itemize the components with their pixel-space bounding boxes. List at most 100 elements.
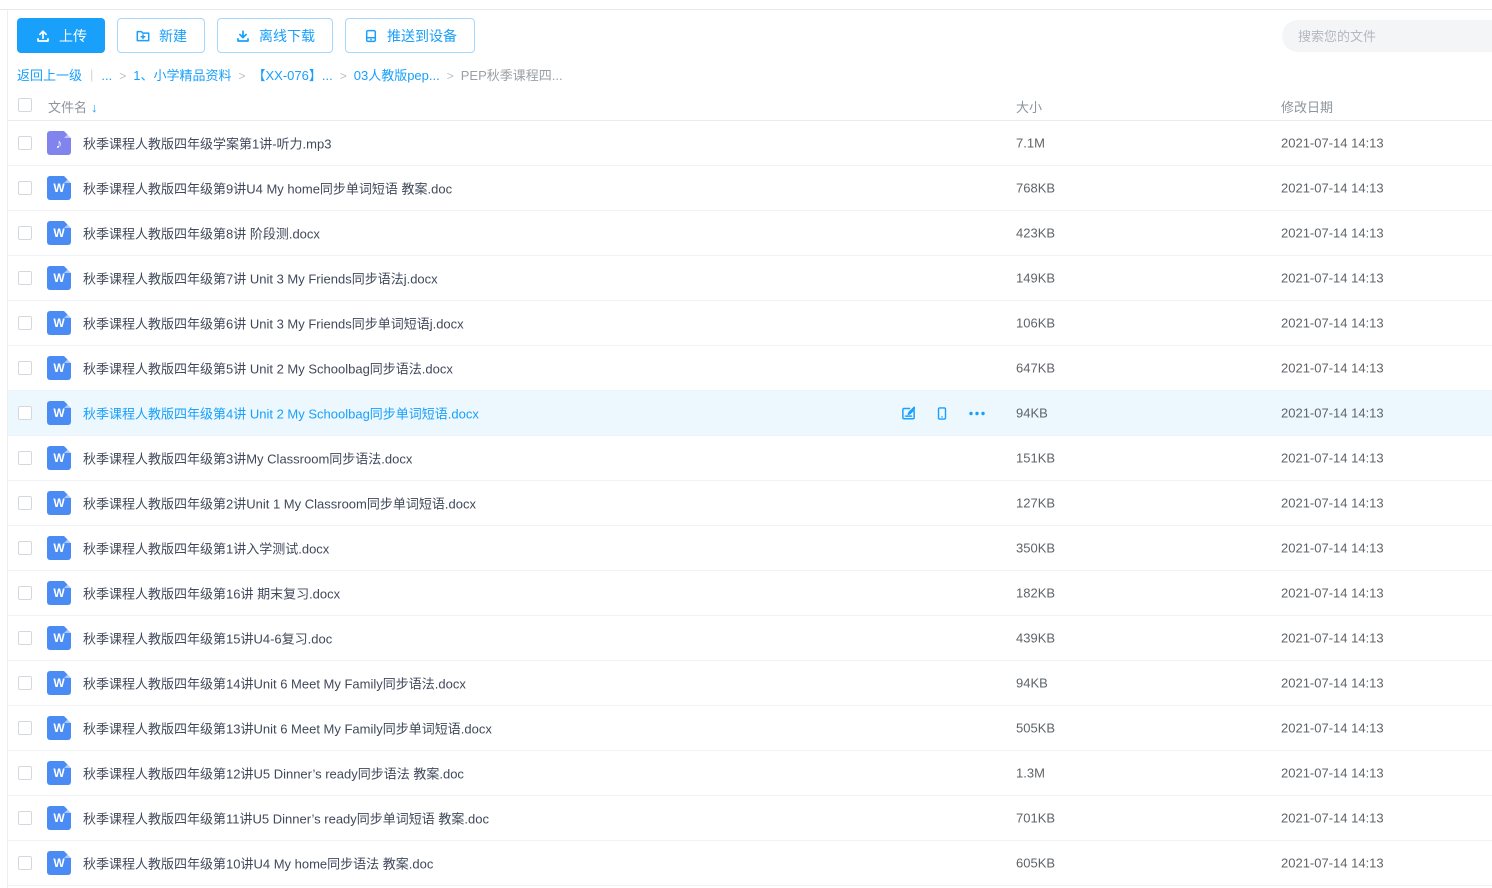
row-checkbox[interactable] [18,721,32,735]
column-header-filename[interactable]: 文件名↓ [48,97,98,116]
file-name[interactable]: 秋季课程人教版四年级第7讲 Unit 3 My Friends同步语法j.doc… [83,269,438,288]
row-checkbox[interactable] [18,856,32,870]
table-row[interactable]: W 秋季课程人教版四年级第9讲U4 My home同步单词短语 教案.doc 7… [8,166,1492,211]
file-size: 439KB [1016,631,1055,646]
file-icon-glyph: W [53,227,64,239]
row-checkbox[interactable] [18,271,32,285]
table-row[interactable]: W 秋季课程人教版四年级第15讲U4-6复习.doc 439KB 2021-07… [8,616,1492,661]
row-checkbox[interactable] [18,316,32,330]
row-checkbox[interactable] [18,631,32,645]
table-row[interactable]: W 秋季课程人教版四年级第8讲 阶段测.docx 423KB 2021-07-1… [8,211,1492,256]
row-checkbox[interactable] [18,541,32,555]
row-checkbox[interactable] [18,226,32,240]
row-checkbox[interactable] [18,136,32,150]
file-name[interactable]: 秋季课程人教版四年级第5讲 Unit 2 My Schoolbag同步语法.do… [83,359,453,378]
file-name[interactable]: 秋季课程人教版四年级第9讲U4 My home同步单词短语 教案.doc [83,179,452,198]
file-icon-glyph: W [53,362,64,374]
file-table: 文件名↓ 大小 修改日期 ♪ 秋季课程人教版四年级学案第1讲-听力.mp3 7.… [8,90,1492,886]
file-icon-glyph: W [53,542,64,554]
breadcrumb-link[interactable]: 【XX-076】... [253,68,333,83]
file-icon-glyph: W [53,182,64,194]
more-actions-icon[interactable] [967,405,987,421]
row-actions [900,405,987,422]
file-name[interactable]: 秋季课程人教版四年级第13讲Unit 6 Meet My Family同步单词短… [83,719,492,738]
row-checkbox[interactable] [18,811,32,825]
file-size: 127KB [1016,496,1055,511]
send-to-phone-icon[interactable] [934,405,950,421]
row-checkbox[interactable] [18,181,32,195]
row-checkbox[interactable] [18,361,32,375]
file-size: 7.1M [1016,136,1045,151]
offline-download-button[interactable]: 离线下载 [217,18,333,53]
push-to-device-button[interactable]: 推送到设备 [345,18,475,53]
file-icon-glyph: W [53,272,64,284]
word-file-icon: W [47,356,71,380]
breadcrumb-back-link[interactable]: 返回上一级 [17,65,82,84]
table-row[interactable]: W 秋季课程人教版四年级第2讲Unit 1 My Classroom同步单词短语… [8,481,1492,526]
row-checkbox[interactable] [18,451,32,465]
word-file-icon: W [47,626,71,650]
breadcrumb-separator: > [340,69,347,83]
file-name[interactable]: 秋季课程人教版四年级第2讲Unit 1 My Classroom同步单词短语.d… [83,494,476,513]
table-row[interactable]: W 秋季课程人教版四年级第10讲U4 My home同步语法 教案.doc 60… [8,841,1492,886]
file-size: 94KB [1016,676,1048,691]
file-name[interactable]: 秋季课程人教版四年级第4讲 Unit 2 My Schoolbag同步单词短语.… [83,404,479,423]
row-checkbox[interactable] [18,766,32,780]
table-row[interactable]: ♪ 秋季课程人教版四年级学案第1讲-听力.mp3 7.1M 2021-07-14… [8,121,1492,166]
file-modified: 2021-07-14 14:13 [1281,631,1384,646]
file-name[interactable]: 秋季课程人教版四年级第6讲 Unit 3 My Friends同步单词短语j.d… [83,314,464,333]
breadcrumb-link[interactable]: ... [101,68,112,83]
row-checkbox[interactable] [18,676,32,690]
breadcrumb-link[interactable]: 1、小学精品资料 [133,68,231,83]
file-name[interactable]: 秋季课程人教版四年级学案第1讲-听力.mp3 [83,134,331,153]
table-row[interactable]: W 秋季课程人教版四年级第4讲 Unit 2 My Schoolbag同步单词短… [8,391,1492,436]
table-row[interactable]: W 秋季课程人教版四年级第1讲入学测试.docx 350KB 2021-07-1… [8,526,1492,571]
file-name[interactable]: 秋季课程人教版四年级第1讲入学测试.docx [83,539,329,558]
file-name[interactable]: 秋季课程人教版四年级第3讲My Classroom同步语法.docx [83,449,412,468]
file-size: 350KB [1016,541,1055,556]
table-row[interactable]: W 秋季课程人教版四年级第6讲 Unit 3 My Friends同步单词短语j… [8,301,1492,346]
table-row[interactable]: W 秋季课程人教版四年级第5讲 Unit 2 My Schoolbag同步语法.… [8,346,1492,391]
file-size: 1.3M [1016,766,1045,781]
new-button[interactable]: 新建 [117,18,205,53]
breadcrumb-link[interactable]: 03人教版pep... [354,68,440,83]
table-row[interactable]: W 秋季课程人教版四年级第16讲 期末复习.docx 182KB 2021-07… [8,571,1492,616]
search-input[interactable] [1282,20,1492,52]
upload-button[interactable]: 上传 [17,18,105,53]
file-modified: 2021-07-14 14:13 [1281,361,1384,376]
file-name[interactable]: 秋季课程人教版四年级第16讲 期末复习.docx [83,584,340,603]
file-modified: 2021-07-14 14:13 [1281,766,1384,781]
file-name[interactable]: 秋季课程人教版四年级第14讲Unit 6 Meet My Family同步语法.… [83,674,466,693]
file-size: 94KB [1016,406,1048,421]
row-checkbox[interactable] [18,496,32,510]
rename-icon[interactable] [900,405,917,422]
table-row[interactable]: W 秋季课程人教版四年级第3讲My Classroom同步语法.docx 151… [8,436,1492,481]
file-name[interactable]: 秋季课程人教版四年级第12讲U5 Dinner’s ready同步语法 教案.d… [83,764,464,783]
file-name[interactable]: 秋季课程人教版四年级第11讲U5 Dinner’s ready同步单词短语 教案… [83,809,489,828]
select-all-checkbox[interactable] [18,98,32,112]
column-header-size: 大小 [1016,97,1042,116]
row-checkbox[interactable] [18,406,32,420]
file-name[interactable]: 秋季课程人教版四年级第15讲U4-6复习.doc [83,629,332,648]
file-name[interactable]: 秋季课程人教版四年级第8讲 阶段测.docx [83,224,320,243]
file-icon-glyph: W [53,677,64,689]
table-header: 文件名↓ 大小 修改日期 [8,90,1492,121]
sort-descending-icon[interactable]: ↓ [91,100,98,115]
table-row[interactable]: W 秋季课程人教版四年级第7讲 Unit 3 My Friends同步语法j.d… [8,256,1492,301]
table-row[interactable]: W 秋季课程人教版四年级第12讲U5 Dinner’s ready同步语法 教案… [8,751,1492,796]
row-checkbox[interactable] [18,586,32,600]
word-file-icon: W [47,581,71,605]
file-name[interactable]: 秋季课程人教版四年级第10讲U4 My home同步语法 教案.doc [83,854,433,873]
table-row[interactable]: W 秋季课程人教版四年级第11讲U5 Dinner’s ready同步单词短语 … [8,796,1492,841]
word-file-icon: W [47,761,71,785]
breadcrumb-pipe-separator: | [90,67,93,82]
word-file-icon: W [47,491,71,515]
offline-download-button-label: 离线下载 [259,26,315,46]
table-row[interactable]: W 秋季课程人教版四年级第13讲Unit 6 Meet My Family同步单… [8,706,1492,751]
table-row[interactable]: W 秋季课程人教版四年级第14讲Unit 6 Meet My Family同步语… [8,661,1492,706]
download-icon [235,28,251,44]
word-file-icon: W [47,851,71,875]
file-modified: 2021-07-14 14:13 [1281,811,1384,826]
breadcrumb-separator: > [119,69,126,83]
file-size: 768KB [1016,181,1055,196]
